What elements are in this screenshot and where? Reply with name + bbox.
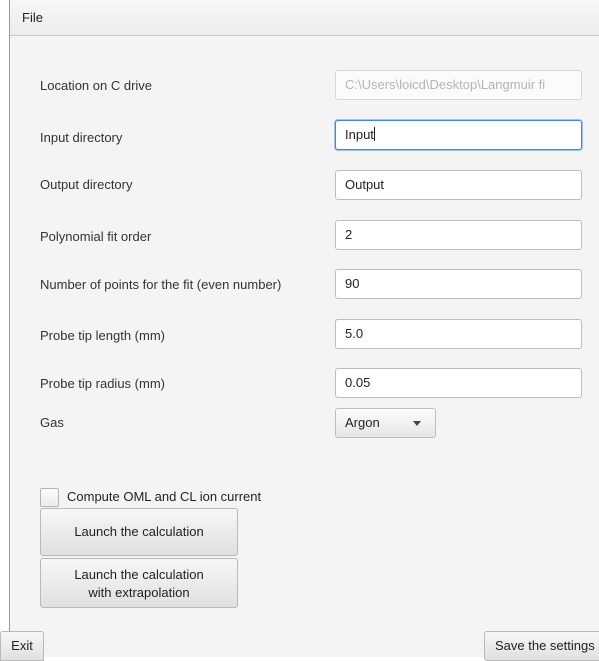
input-directory-value: Input — [345, 127, 374, 142]
launch-calculation-button[interactable]: Launch the calculation — [40, 508, 238, 556]
probe-tip-length-label: Probe tip length (mm) — [40, 328, 165, 343]
chevron-down-icon — [413, 421, 421, 426]
location-field: C:\Users\loicd\Desktop\Langmuir fi — [335, 70, 582, 100]
menu-file[interactable]: File — [18, 9, 47, 26]
app-window: File Location on C drive C:\Users\loicd\… — [9, 0, 599, 657]
probe-tip-radius-field[interactable]: 0.05 — [335, 368, 582, 398]
input-directory-field[interactable]: Input — [335, 120, 582, 150]
fit-points-label: Number of points for the fit (even numbe… — [40, 277, 282, 292]
location-label: Location on C drive — [40, 78, 153, 93]
launch-extrapolation-line1: Launch the calculation — [74, 567, 204, 582]
compute-oml-cl-checkbox[interactable] — [40, 488, 59, 507]
probe-tip-length-field[interactable]: 5.0 — [335, 319, 582, 349]
polynomial-fit-order-label: Polynomial fit order — [40, 229, 152, 244]
probe-tip-radius-label: Probe tip radius (mm) — [40, 376, 165, 391]
output-directory-label: Output directory — [40, 177, 133, 192]
text-caret — [373, 127, 375, 141]
menubar: File — [10, 0, 599, 36]
launch-extrapolation-button[interactable]: Launch the calculation with extrapolatio… — [40, 558, 238, 608]
fit-points-field[interactable]: 90 — [335, 269, 582, 299]
gas-select[interactable]: Argon — [335, 408, 436, 438]
compute-oml-cl-label[interactable]: Compute OML and CL ion current — [67, 489, 261, 504]
output-directory-field[interactable]: Output — [335, 170, 582, 200]
polynomial-fit-order-field[interactable]: 2 — [335, 220, 582, 250]
gas-select-value: Argon — [345, 415, 380, 430]
input-directory-label: Input directory — [40, 130, 123, 145]
gas-label: Gas — [40, 415, 64, 430]
launch-extrapolation-line2: with extrapolation — [88, 585, 190, 600]
